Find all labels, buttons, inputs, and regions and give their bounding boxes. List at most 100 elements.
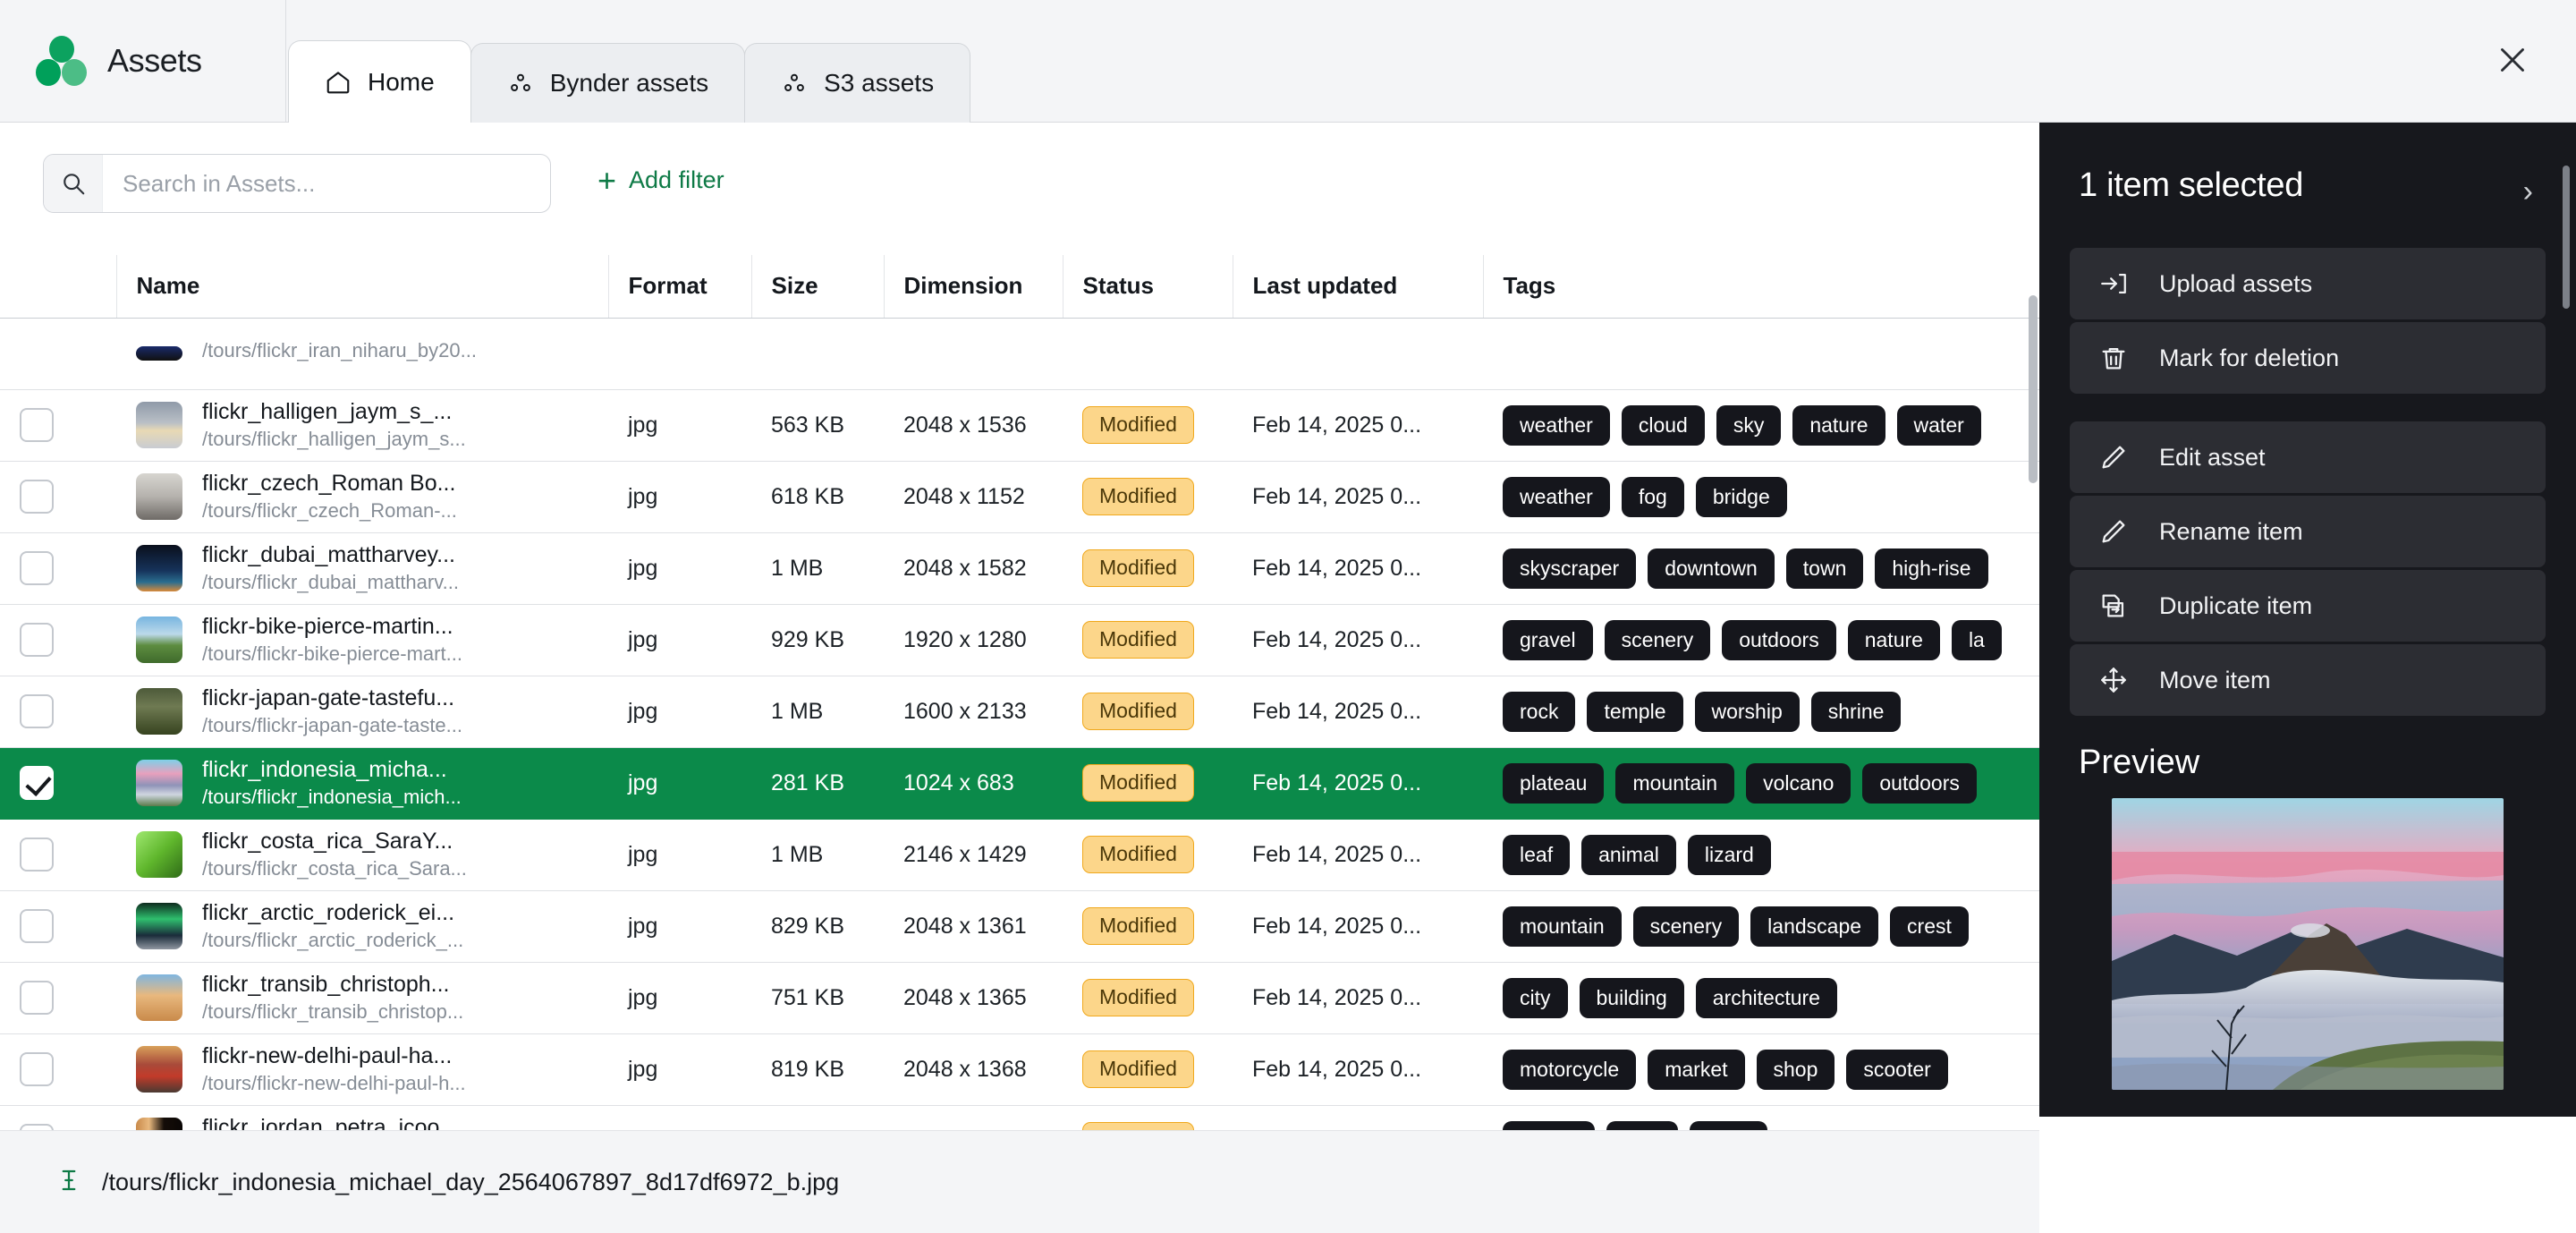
row-checkbox[interactable] xyxy=(20,408,54,442)
move-item-button[interactable]: Move item xyxy=(2070,644,2546,716)
row-checkbox[interactable] xyxy=(20,623,54,657)
tag-chip[interactable]: scooter xyxy=(1846,1049,1948,1090)
tag-chip[interactable]: weather xyxy=(1503,404,1610,446)
tag-chip[interactable]: nature xyxy=(1792,404,1885,446)
select-all-header[interactable] xyxy=(0,255,117,319)
duplicate-item-button[interactable]: Duplicate item xyxy=(2070,570,2546,642)
row-checkbox-cell[interactable] xyxy=(0,604,116,676)
tag-chip[interactable]: leaf xyxy=(1503,834,1571,875)
row-checkbox-cell[interactable] xyxy=(0,318,116,390)
table-row[interactable]: flickr_czech_Roman Bo... /tours/flickr_cz… xyxy=(0,461,2039,533)
tag-chip[interactable]: plateau xyxy=(1503,762,1605,804)
table-row[interactable]: flickr_arctic_roderick_ei... /tours/flick… xyxy=(0,890,2039,963)
table-row[interactable]: flickr-new-delhi-paul-ha... /tours/flickr… xyxy=(0,1033,2039,1106)
tag-chip[interactable]: scenery xyxy=(1632,906,1740,947)
tag-chip[interactable]: town xyxy=(1785,548,1864,589)
add-filter-button[interactable]: + Add filter xyxy=(597,164,724,196)
tag-chip[interactable]: animal xyxy=(1581,834,1676,875)
table-row[interactable]: flickr-japan-gate-tastefu... /tours/flick… xyxy=(0,676,2039,748)
row-checkbox[interactable] xyxy=(20,694,54,728)
row-checkbox[interactable] xyxy=(20,909,54,943)
tab-bynder-assets[interactable]: Bynder assets xyxy=(470,43,746,123)
tag-chip[interactable]: temple xyxy=(1587,691,1683,732)
row-checkbox[interactable] xyxy=(20,480,54,514)
table-row[interactable]: flickr_halligen_jaym_s_... /tours/flickr_… xyxy=(0,389,2039,462)
table-row[interactable]: flickr-bike-pierce-martin... /tours/flick… xyxy=(0,604,2039,676)
tag-chip[interactable]: shop xyxy=(1756,1049,1835,1090)
table-row[interactable]: flickr_costa_rica_SaraY... /tours/flickr_… xyxy=(0,819,2039,891)
row-checkbox-cell[interactable] xyxy=(0,1033,116,1106)
search-box[interactable] xyxy=(43,154,551,213)
tag-chip[interactable]: fog xyxy=(1621,476,1684,517)
tag-chip[interactable]: high-rise xyxy=(1875,548,1988,589)
table-scrollbar[interactable] xyxy=(2029,295,2038,483)
row-checkbox[interactable] xyxy=(20,838,54,872)
col-header-dimension[interactable]: Dimension xyxy=(884,255,1063,319)
tag-chip[interactable]: market xyxy=(1648,1049,1745,1090)
row-checkbox[interactable] xyxy=(20,551,54,585)
tag-chip[interactable]: shrine xyxy=(1810,691,1902,732)
tag-chip[interactable]: crest xyxy=(1890,906,1969,947)
row-checkbox-cell[interactable] xyxy=(0,890,116,963)
preview-image xyxy=(2112,798,2504,1090)
tag-chip[interactable]: worship xyxy=(1694,691,1800,732)
row-checkbox-cell[interactable] xyxy=(0,676,116,748)
col-header-size[interactable]: Size xyxy=(751,255,885,319)
row-checkbox-cell[interactable] xyxy=(0,461,116,533)
mark-for-deletion-button[interactable]: Mark for deletion xyxy=(2070,322,2546,394)
assets-table-container[interactable]: Name Format Size Dimension Status Last u… xyxy=(0,255,2039,1132)
row-checkbox[interactable] xyxy=(20,1052,54,1086)
rename-item-button[interactable]: Rename item xyxy=(2070,496,2546,567)
col-header-format[interactable]: Format xyxy=(608,255,752,319)
tag-chip[interactable]: sky xyxy=(1716,404,1782,446)
search-input[interactable] xyxy=(103,155,523,212)
chevron-right-icon[interactable]: › xyxy=(2523,174,2533,209)
row-checkbox-cell[interactable] xyxy=(0,819,116,891)
tag-chip[interactable]: rock xyxy=(1503,691,1576,732)
col-header-tags[interactable]: Tags xyxy=(1483,255,2039,319)
tag-chip[interactable]: motorcycle xyxy=(1503,1049,1637,1090)
tag-chip[interactable]: weather xyxy=(1503,476,1610,517)
row-checkbox-cell[interactable] xyxy=(0,389,116,462)
table-row-partial[interactable]: /tours/flickr_iran_niharu_by20... xyxy=(0,318,2039,390)
tag-chip[interactable]: landscape xyxy=(1750,906,1879,947)
tag-chip[interactable]: cloud xyxy=(1621,404,1705,446)
tab-s3-assets[interactable]: S3 assets xyxy=(744,43,971,123)
tag-chip[interactable]: skyscraper xyxy=(1503,548,1637,589)
tag-chip[interactable]: downtown xyxy=(1648,548,1775,589)
table-row[interactable]: flickr_dubai_mattharvey... /tours/flickr_… xyxy=(0,532,2039,605)
tag-chip[interactable]: bridge xyxy=(1695,476,1787,517)
row-checkbox-cell[interactable] xyxy=(0,532,116,605)
table-row[interactable]: flickr_transib_christoph... /tours/flickr… xyxy=(0,962,2039,1034)
upload-assets-button[interactable]: Upload assets xyxy=(2070,248,2546,319)
tag-chip[interactable]: architecture xyxy=(1695,977,1837,1018)
row-checkbox[interactable] xyxy=(20,981,54,1015)
table-row[interactable]: flickr_jordan_petra_jcoo.../tours/flickr… xyxy=(0,1105,2039,1132)
close-icon[interactable] xyxy=(2492,39,2533,81)
row-name-cell: flickr_dubai_mattharvey... /tours/flickr_… xyxy=(116,532,608,605)
col-header-status[interactable]: Status xyxy=(1063,255,1233,319)
edit-asset-button[interactable]: Edit asset xyxy=(2070,421,2546,493)
tag-chip[interactable]: mountain xyxy=(1503,906,1622,947)
col-header-last-updated[interactable]: Last updated xyxy=(1233,255,1484,319)
tag-chip[interactable]: nature xyxy=(1847,619,1940,660)
tag-chip[interactable]: city xyxy=(1503,977,1568,1018)
tag-chip[interactable]: scenery xyxy=(1604,619,1711,660)
row-checkbox-cell[interactable] xyxy=(0,962,116,1034)
table-row[interactable]: flickr_indonesia_micha... /tours/flickr_i… xyxy=(0,747,2039,820)
row-checkbox-cell[interactable] xyxy=(0,1105,116,1132)
tag-chip[interactable]: mountain xyxy=(1615,762,1735,804)
tag-chip[interactable]: outdoors xyxy=(1862,762,1977,804)
col-header-name[interactable]: Name xyxy=(116,255,609,319)
tag-chip[interactable]: building xyxy=(1579,977,1684,1018)
tag-chip[interactable]: lizard xyxy=(1687,834,1771,875)
tag-chip[interactable]: la xyxy=(1951,619,2002,660)
panel-scrollbar[interactable] xyxy=(2563,166,2570,309)
row-checkbox[interactable] xyxy=(20,766,54,800)
tab-home[interactable]: Home xyxy=(288,40,471,123)
tag-chip[interactable]: volcano xyxy=(1746,762,1852,804)
row-checkbox-cell[interactable] xyxy=(0,747,116,820)
tag-chip[interactable]: outdoors xyxy=(1722,619,1836,660)
tag-chip[interactable]: water xyxy=(1896,404,1981,446)
tag-chip[interactable]: gravel xyxy=(1503,619,1593,660)
